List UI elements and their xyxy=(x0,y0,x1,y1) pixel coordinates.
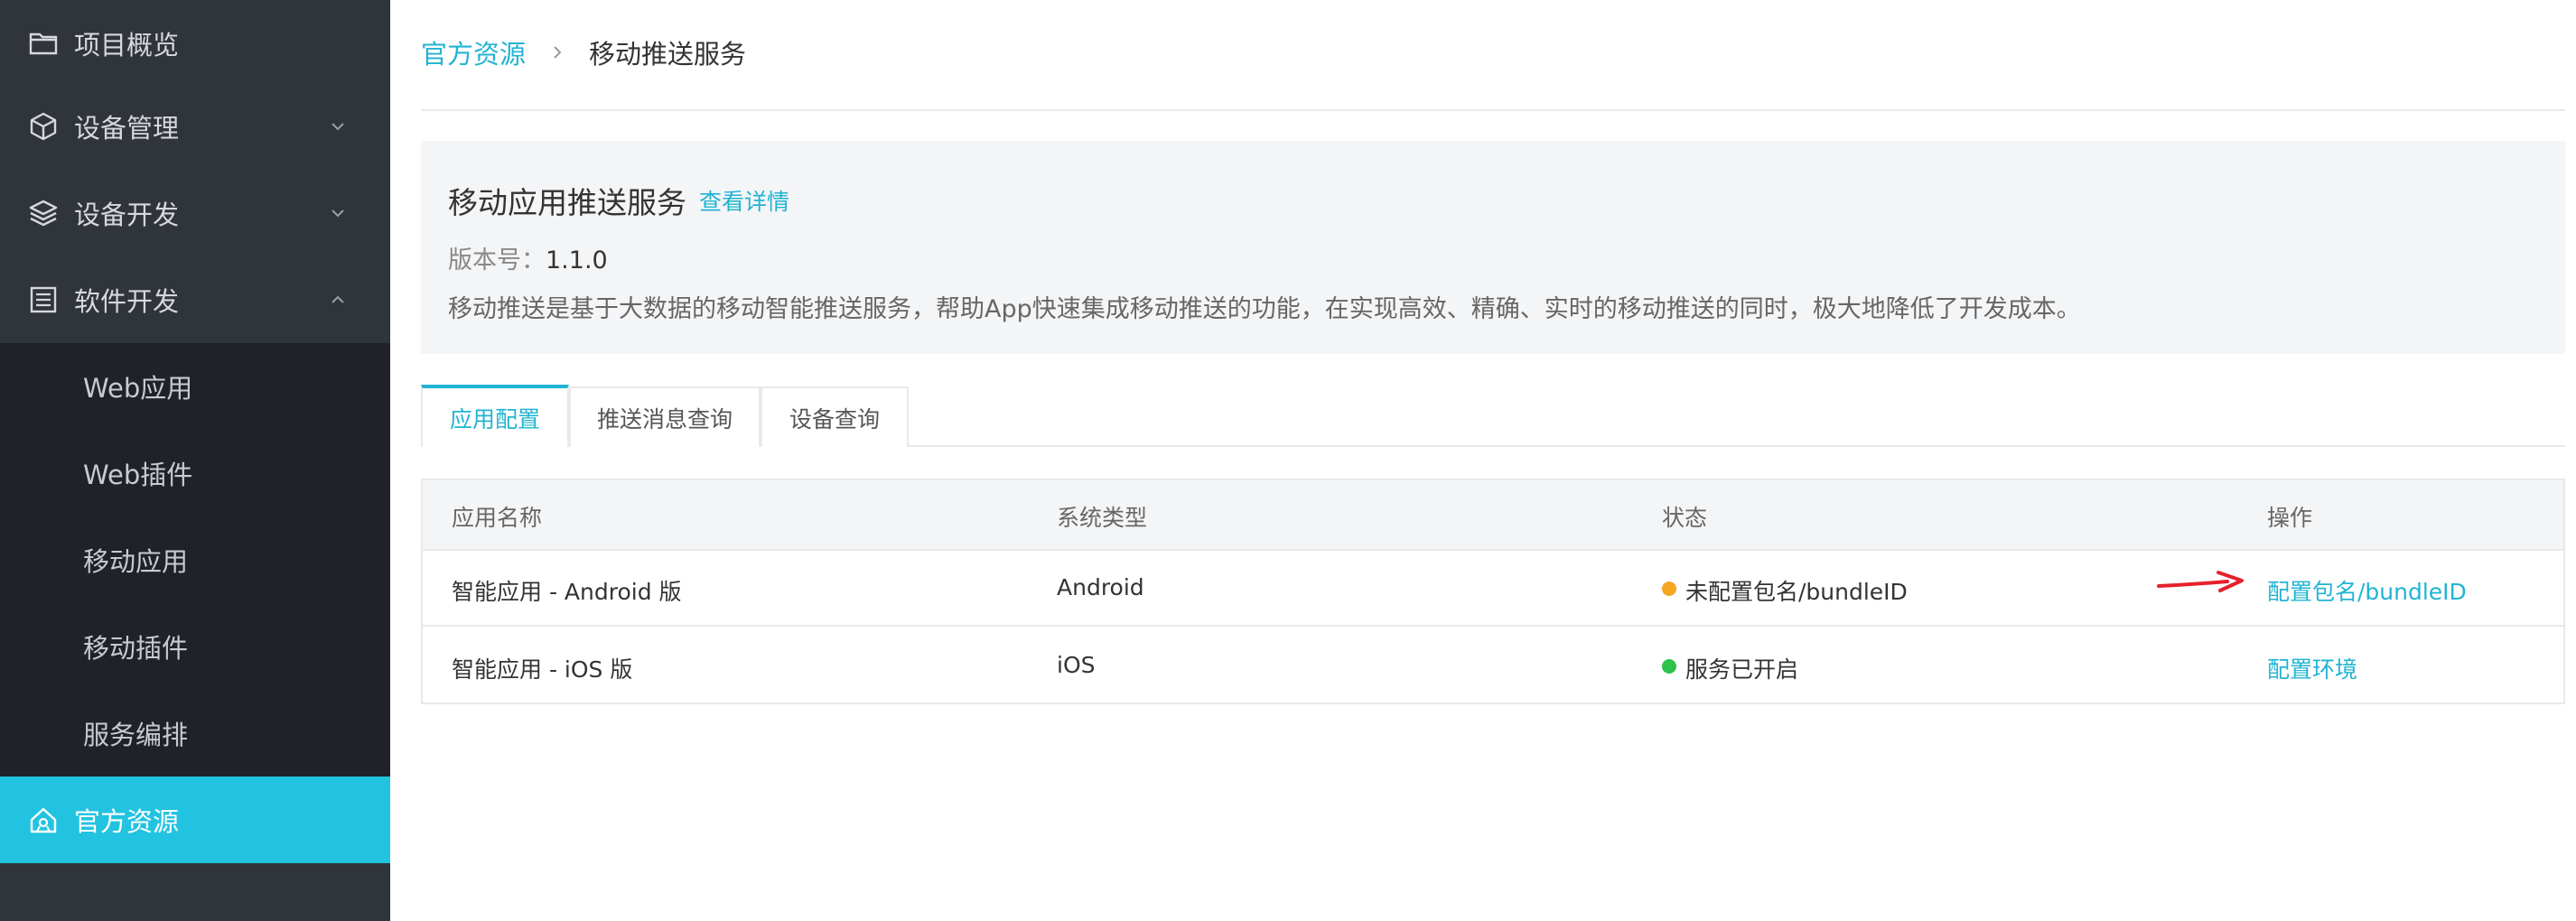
breadcrumb-current: 移动推送服务 xyxy=(589,39,747,70)
table-row: 智能应用 - iOS 版 iOS 服务已开启 配置环境 xyxy=(423,628,2563,704)
service-description: 移动推送是基于大数据的移动智能推送服务，帮助App快速集成移动推送的功能，在实现… xyxy=(448,295,2081,323)
sidebar-item-software-development[interactable]: 软件开发 xyxy=(0,256,390,343)
tab-label: 推送消息查询 xyxy=(596,405,733,433)
version-text: 版本号：1.1.0 xyxy=(448,240,608,275)
sidebar-item-label: 官方资源 xyxy=(74,806,180,837)
sidebar-item-device-development[interactable]: 设备开发 xyxy=(0,170,390,256)
system-type-cell: iOS xyxy=(1057,652,1096,678)
version-value: 1.1.0 xyxy=(546,247,608,274)
sidebar-item-label: 软件开发 xyxy=(74,286,180,317)
chevron-down-icon xyxy=(329,117,347,135)
sidebar-item-label: 设备开发 xyxy=(74,200,180,230)
submenu-item-label: 移动插件 xyxy=(83,633,189,664)
software-submenu: Web应用 Web插件 移动应用 移动插件 服务编排 xyxy=(0,343,390,777)
app-root: 项目概览 设备管理 设备开发 软件开发 Web应用 Web插件 移动应用 移动插… xyxy=(0,0,2576,921)
submenu-item-label: Web插件 xyxy=(83,460,193,490)
column-header-actions: 操作 xyxy=(2267,505,2313,531)
cube-icon xyxy=(27,110,60,143)
submenu-item-service-orchestration[interactable]: 服务编排 xyxy=(0,690,390,777)
tab-device-query[interactable]: 设备查询 xyxy=(761,386,909,447)
tab-push-message-query[interactable]: 推送消息查询 xyxy=(569,386,761,447)
submenu-item-label: 移动应用 xyxy=(83,546,189,577)
submenu-item-label: Web应用 xyxy=(83,373,193,404)
column-header-system-type: 系统类型 xyxy=(1057,505,1148,531)
configure-bundle-id-link[interactable]: 配置包名/bundleID xyxy=(2267,574,2467,607)
submenu-item-mobile-plugin[interactable]: 移动插件 xyxy=(0,603,390,690)
layers-icon xyxy=(27,197,60,229)
status-dot-success xyxy=(1662,659,1676,674)
sidebar-item-device-management[interactable]: 设备管理 xyxy=(0,83,390,170)
app-name-cell: 智能应用 - Android 版 xyxy=(452,579,682,605)
status-dot-warning xyxy=(1662,581,1676,596)
table-header: 应用名称 系统类型 状态 操作 xyxy=(423,480,2563,551)
tab-label: 设备查询 xyxy=(789,405,880,433)
version-label: 版本号： xyxy=(448,247,546,274)
document-icon xyxy=(27,284,60,316)
breadcrumb-link[interactable]: 官方资源 xyxy=(421,33,526,71)
column-header-status: 状态 xyxy=(1662,505,1708,531)
breadcrumb: 官方资源 移动推送服务 xyxy=(421,33,746,72)
submenu-item-label: 服务编排 xyxy=(83,720,189,750)
submenu-item-web-app[interactable]: Web应用 xyxy=(0,343,390,430)
chevron-down-icon xyxy=(329,204,347,222)
service-info-panel: 移动应用推送服务 查看详情 版本号：1.1.0 移动推送是基于大数据的移动智能推… xyxy=(421,141,2565,354)
sidebar-item-label: 项目概览 xyxy=(74,30,180,60)
chevron-right-icon xyxy=(549,44,565,60)
tab-app-config[interactable]: 应用配置 xyxy=(421,385,569,447)
folder-icon xyxy=(27,27,60,60)
status-cell: 未配置包名/bundleID xyxy=(1685,579,1908,605)
sidebar-item-official-resources[interactable]: 官方资源 xyxy=(0,777,390,863)
configure-environment-link[interactable]: 配置环境 xyxy=(2267,652,2357,684)
home-icon xyxy=(27,804,60,836)
sidebar-item-label: 设备管理 xyxy=(74,113,180,144)
view-details-link[interactable]: 查看详情 xyxy=(699,184,789,217)
header-divider xyxy=(421,109,2565,111)
system-type-cell: Android xyxy=(1057,574,1144,600)
tab-label: 应用配置 xyxy=(449,405,540,433)
annotation-arrow-icon xyxy=(2155,569,2245,596)
submenu-item-mobile-app[interactable]: 移动应用 xyxy=(0,516,390,603)
submenu-item-web-plugin[interactable]: Web插件 xyxy=(0,430,390,516)
sidebar-item-project-overview[interactable]: 项目概览 xyxy=(0,0,390,87)
app-name-cell: 智能应用 - iOS 版 xyxy=(452,656,633,683)
column-header-app-name: 应用名称 xyxy=(452,505,543,531)
status-cell: 服务已开启 xyxy=(1685,656,1799,683)
page-title: 移动应用推送服务 xyxy=(448,185,686,220)
chevron-up-icon xyxy=(329,291,347,309)
sidebar: 项目概览 设备管理 设备开发 软件开发 Web应用 Web插件 移动应用 移动插… xyxy=(0,0,390,921)
